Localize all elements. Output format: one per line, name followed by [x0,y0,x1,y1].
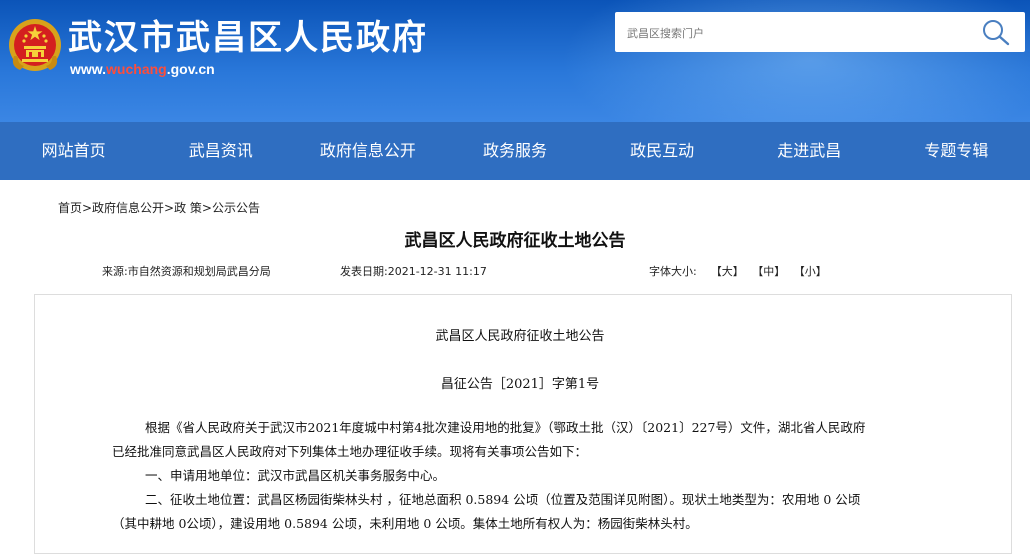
search-box [615,12,1025,52]
font-size-medium-button[interactable]: 【中】 [758,265,786,278]
site-url[interactable]: www.wuchang.gov.cn [70,60,215,78]
nav-item-topics[interactable]: 专题专辑 [883,122,1030,180]
nav-item-news[interactable]: 武昌资讯 [147,122,294,180]
document-number: 昌征公告［2021］字第1号 [440,377,600,392]
paragraph-line-5: （其中耕地 0公顷），建设用地 0.5894 公顷，未利用地 0 公顷。集体土地… [112,516,698,531]
paragraph-line-3: 一、申请用地单位：武汉市武昌区机关事务服务中心。 [145,468,446,483]
nav-item-home[interactable]: 网站首页 [0,122,147,180]
paragraph-line-2: 已经批准同意武昌区人民政府对下列集体土地办理征收手续。现将有关事项公告如下： [112,444,588,459]
site-header: 武汉市武昌区人民政府 www.wuchang.gov.cn [0,0,1030,122]
paragraph-line-4: 二、征收土地位置：武昌区杨园街柴林头村 ，征地总面积 0.5894 公顷（位置及… [145,492,861,507]
nav-item-services[interactable]: 政务服务 [441,122,588,180]
search-icon[interactable] [981,18,1011,46]
article-date: 发表日期:2021-12-31 11:17 [340,265,487,278]
breadcrumb[interactable]: 首页>政府信息公开>政 策>公示公告 [58,199,260,216]
url-prefix: www. [70,61,107,77]
font-size-label: 字体大小: [649,265,697,278]
national-emblem-icon [9,19,61,71]
main-nav: 网站首页 武昌资讯 政府信息公开 政务服务 政民互动 走进武昌 专题专辑 [0,122,1030,180]
nav-item-interaction[interactable]: 政民互动 [589,122,736,180]
page-title: 武昌区人民政府征收土地公告 [404,231,626,251]
font-size-small-button[interactable]: 【小】 [799,265,827,278]
article-source: 来源:市自然资源和规划局武昌分局 [102,265,271,278]
font-size-large-button[interactable]: 【大】 [711,265,744,278]
nav-item-about[interactable]: 走进武昌 [736,122,883,180]
document-title: 武昌区人民政府征收土地公告 [435,329,605,344]
url-suffix: .gov.cn [166,61,215,77]
nav-item-gov-info[interactable]: 政府信息公开 [294,122,441,180]
search-input[interactable] [625,20,969,46]
font-size-control: 字体大小: 【大】 【中】 【小】 [649,263,827,279]
paragraph-line-1: 根据《省人民政府关于武汉市2021年度城中村第4批次建设用地的批复》（鄂政土批（… [145,420,866,435]
url-accent: wuchang [106,61,167,77]
site-title[interactable]: 武汉市武昌区人民政府 [68,16,428,60]
